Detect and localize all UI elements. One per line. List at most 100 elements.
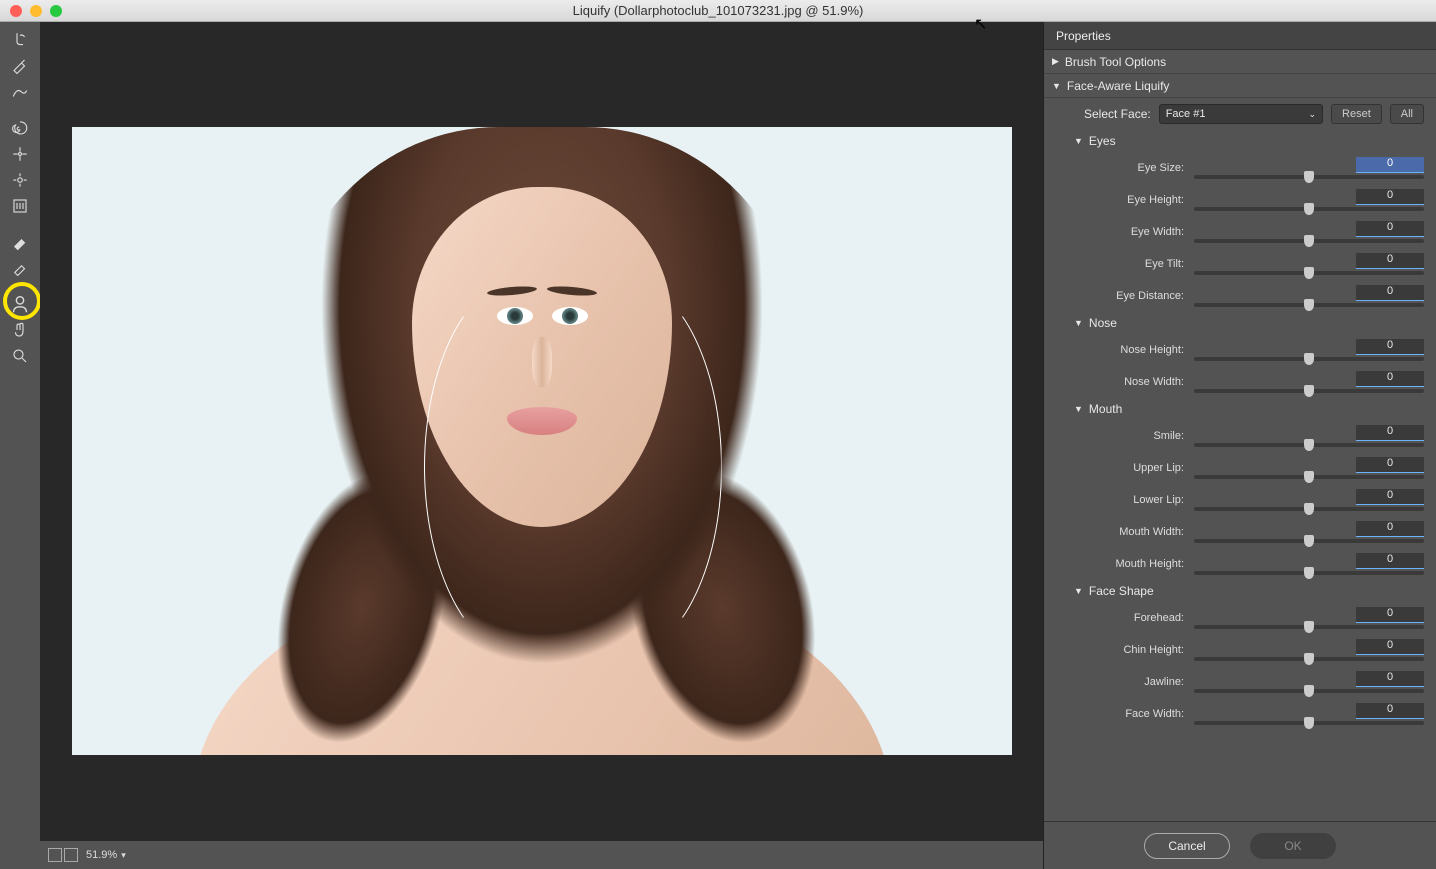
slider-label: Mouth Width: xyxy=(1084,526,1194,538)
tool-toolbar xyxy=(0,22,40,869)
thaw-mask-tool[interactable] xyxy=(6,256,34,280)
slider-track[interactable] xyxy=(1194,475,1424,479)
slider-track[interactable] xyxy=(1194,721,1424,725)
slider-value-input[interactable]: 0 xyxy=(1356,639,1424,655)
image-preview[interactable] xyxy=(72,127,1012,755)
slider-label: Forehead: xyxy=(1084,612,1194,624)
slider-row: Smile: 0 xyxy=(1044,420,1436,452)
slider-label: Nose Width: xyxy=(1084,376,1194,388)
slider-track[interactable] xyxy=(1194,239,1424,243)
subsection-label: Eyes xyxy=(1089,134,1116,148)
slider-value-input[interactable]: 0 xyxy=(1356,425,1424,441)
slider-value-input[interactable]: 0 xyxy=(1356,253,1424,269)
subsection-face_shape[interactable]: ▼Face Shape xyxy=(1044,580,1436,602)
slider-track[interactable] xyxy=(1194,207,1424,211)
zoom-select[interactable]: 51.9% ▾ xyxy=(86,849,126,861)
cancel-button[interactable]: Cancel xyxy=(1144,833,1230,859)
slider-row: Upper Lip:0 xyxy=(1044,452,1436,484)
all-button[interactable]: All xyxy=(1390,104,1424,124)
slider-thumb[interactable] xyxy=(1304,439,1314,451)
slider-label: Face Width: xyxy=(1084,708,1194,720)
pucker-tool[interactable] xyxy=(6,142,34,166)
slider-label: Nose Height: xyxy=(1084,344,1194,356)
slider-thumb[interactable] xyxy=(1304,685,1314,697)
zoom-value: 51.9% xyxy=(86,849,117,861)
zoom-actual-icon[interactable] xyxy=(64,848,78,862)
chevron-down-icon: ⌄ xyxy=(1308,109,1316,120)
slider-value-input[interactable]: 0 xyxy=(1356,457,1424,473)
subsection-eyes[interactable]: ▼Eyes xyxy=(1044,130,1436,152)
slider-track[interactable] xyxy=(1194,389,1424,393)
slider-thumb[interactable] xyxy=(1304,503,1314,515)
zoom-tool[interactable] xyxy=(6,344,34,368)
slider-thumb[interactable] xyxy=(1304,267,1314,279)
forward-warp-tool[interactable] xyxy=(6,28,34,52)
slider-thumb[interactable] xyxy=(1304,535,1314,547)
slider-value-input[interactable]: 0 xyxy=(1356,157,1424,173)
slider-thumb[interactable] xyxy=(1304,353,1314,365)
slider-track[interactable] xyxy=(1194,175,1424,179)
reset-button[interactable]: Reset xyxy=(1331,104,1382,124)
slider-value-input[interactable]: 0 xyxy=(1356,221,1424,237)
slider-value-input[interactable]: 0 xyxy=(1356,671,1424,687)
slider-thumb[interactable] xyxy=(1304,653,1314,665)
slider-thumb[interactable] xyxy=(1304,203,1314,215)
slider-thumb[interactable] xyxy=(1304,471,1314,483)
slider-value-input[interactable]: 0 xyxy=(1356,189,1424,205)
ok-button[interactable]: OK xyxy=(1250,833,1336,859)
properties-panel: Properties ▶ Brush Tool Options ▼ Face-A… xyxy=(1043,22,1436,869)
slider-track[interactable] xyxy=(1194,657,1424,661)
triangle-down-icon: ▼ xyxy=(1074,586,1083,596)
slider-track[interactable] xyxy=(1194,271,1424,275)
slider-track[interactable] xyxy=(1194,507,1424,511)
slider-thumb[interactable] xyxy=(1304,621,1314,633)
triangle-down-icon: ▼ xyxy=(1052,81,1061,91)
slider-track[interactable] xyxy=(1194,571,1424,575)
slider-track[interactable] xyxy=(1194,689,1424,693)
face-tool[interactable] xyxy=(6,292,34,316)
zoom-fit-icon[interactable] xyxy=(48,848,62,862)
face-select-dropdown[interactable]: Face #1 ⌄ xyxy=(1159,104,1323,124)
slider-thumb[interactable] xyxy=(1304,171,1314,183)
smooth-tool[interactable] xyxy=(6,80,34,104)
slider-value-input[interactable]: 0 xyxy=(1356,371,1424,387)
cursor-icon: ↖ xyxy=(974,14,987,34)
slider-track[interactable] xyxy=(1194,357,1424,361)
section-face-aware[interactable]: ▼ Face-Aware Liquify xyxy=(1044,74,1436,98)
slider-row: Jawline:0 xyxy=(1044,666,1436,698)
reconstruct-tool[interactable] xyxy=(6,54,34,78)
slider-label: Eye Height: xyxy=(1084,194,1194,206)
slider-thumb[interactable] xyxy=(1304,235,1314,247)
slider-value-input[interactable]: 0 xyxy=(1356,553,1424,569)
triangle-down-icon: ▼ xyxy=(1074,404,1083,414)
section-brush-options[interactable]: ▶ Brush Tool Options xyxy=(1044,50,1436,74)
slider-thumb[interactable] xyxy=(1304,385,1314,397)
slider-row: Eye Distance:0 xyxy=(1044,280,1436,312)
slider-value-input[interactable]: 0 xyxy=(1356,489,1424,505)
push-left-tool[interactable] xyxy=(6,194,34,218)
slider-track[interactable] xyxy=(1194,539,1424,543)
slider-thumb[interactable] xyxy=(1304,299,1314,311)
hand-tool[interactable] xyxy=(6,318,34,342)
canvas-area: 51.9% ▾ xyxy=(40,22,1043,869)
freeze-mask-tool[interactable] xyxy=(6,230,34,254)
slider-value-input[interactable]: 0 xyxy=(1356,285,1424,301)
bloat-tool[interactable] xyxy=(6,168,34,192)
slider-track[interactable] xyxy=(1194,443,1424,447)
slider-label: Eye Tilt: xyxy=(1084,258,1194,270)
twirl-tool[interactable] xyxy=(6,116,34,140)
slider-value-input[interactable]: 0 xyxy=(1356,339,1424,355)
subsection-label: Nose xyxy=(1089,316,1117,330)
slider-thumb[interactable] xyxy=(1304,717,1314,729)
slider-value-input[interactable]: 0 xyxy=(1356,607,1424,623)
slider-thumb[interactable] xyxy=(1304,567,1314,579)
subsection-mouth[interactable]: ▼ Mouth xyxy=(1044,398,1436,420)
slider-value-input[interactable]: 0 xyxy=(1356,703,1424,719)
slider-label: Smile: xyxy=(1084,430,1194,442)
slider-track[interactable] xyxy=(1194,625,1424,629)
slider-value-input[interactable]: 0 xyxy=(1356,521,1424,537)
subsection-label: Mouth xyxy=(1089,402,1122,416)
slider-label: Eye Size: xyxy=(1084,162,1194,174)
subsection-nose[interactable]: ▼Nose xyxy=(1044,312,1436,334)
slider-track[interactable] xyxy=(1194,303,1424,307)
